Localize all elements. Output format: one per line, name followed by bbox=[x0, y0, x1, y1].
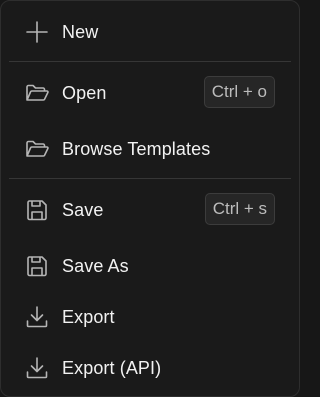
menu-divider bbox=[9, 61, 291, 62]
menu-item-new[interactable]: New bbox=[7, 10, 293, 54]
menu-divider bbox=[9, 178, 291, 179]
download-icon bbox=[23, 303, 51, 331]
shortcut-badge: Ctrl + s bbox=[204, 193, 275, 225]
menu-item-browse-templates[interactable]: Browse Templates bbox=[7, 127, 293, 171]
menu-item-save-as[interactable]: Save As bbox=[7, 244, 293, 288]
save-icon bbox=[23, 196, 51, 224]
folder-open-icon bbox=[23, 79, 51, 107]
menu-item-label: Open bbox=[62, 82, 107, 103]
menu-item-label: New bbox=[62, 21, 99, 42]
menu-item-label: Browse Templates bbox=[62, 138, 211, 159]
menu-item-open[interactable]: Open Ctrl + o bbox=[7, 71, 293, 115]
download-icon bbox=[23, 354, 51, 382]
shortcut-badge: Ctrl + o bbox=[203, 76, 275, 108]
menu-item-label: Export bbox=[62, 306, 115, 327]
menu-item-label: Save bbox=[62, 199, 104, 220]
menu-item-export[interactable]: Export bbox=[7, 295, 293, 339]
menu-item-label: Export (API) bbox=[62, 357, 162, 378]
save-icon bbox=[23, 252, 51, 280]
file-menu: New Open Ctrl + o Browse Templates Save … bbox=[0, 0, 300, 397]
menu-item-label: Save As bbox=[62, 255, 129, 276]
folder-open-icon bbox=[23, 135, 51, 163]
menu-item-export-api[interactable]: Export (API) bbox=[7, 346, 293, 390]
menu-item-save[interactable]: Save Ctrl + s bbox=[7, 188, 293, 232]
plus-icon bbox=[23, 18, 51, 46]
